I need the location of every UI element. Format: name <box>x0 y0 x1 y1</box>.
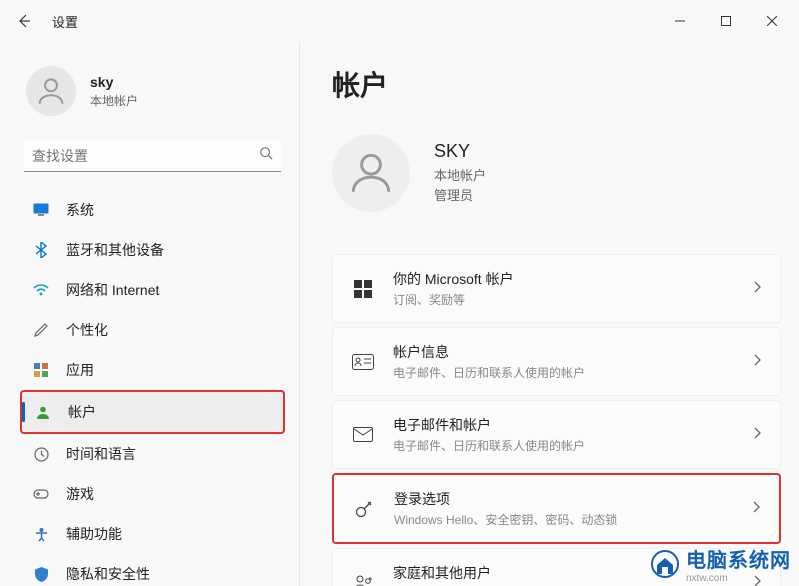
card-sub: 电子邮件、日历和联系人使用的帐户 <box>393 364 736 381</box>
user-block: SKY 本地帐户 管理员 <box>332 134 781 212</box>
search-input[interactable] <box>32 148 259 164</box>
sidebar: sky 本地帐户 系统 蓝牙和其他设备 网络和 Internet <box>0 42 300 586</box>
close-icon <box>767 16 777 26</box>
sidebar-item-bluetooth[interactable]: 蓝牙和其他设备 <box>20 230 285 270</box>
avatar <box>26 66 76 116</box>
watermark-text: 电脑系统网 <box>686 544 791 573</box>
card-account-info[interactable]: 帐户信息 电子邮件、日历和联系人使用的帐户 <box>332 327 781 396</box>
page-title: 帐户 <box>332 64 781 104</box>
sidebar-item-label: 辅助功能 <box>66 524 122 544</box>
search-box[interactable] <box>24 140 281 172</box>
profile-block[interactable]: sky 本地帐户 <box>20 42 285 134</box>
nav-list: 系统 蓝牙和其他设备 网络和 Internet 个性化 应用 帐户 <box>20 190 285 586</box>
card-title: 电子邮件和帐户 <box>393 415 736 435</box>
sidebar-item-network[interactable]: 网络和 Internet <box>20 270 285 310</box>
person-icon <box>34 403 52 421</box>
cards-list: 你的 Microsoft 帐户 订阅、奖励等 帐户信息 电子邮件、日历和联系人使… <box>332 254 781 586</box>
profile-sub: 本地帐户 <box>90 92 138 109</box>
avatar <box>332 134 410 212</box>
id-card-icon <box>351 350 375 374</box>
sidebar-item-label: 时间和语言 <box>66 444 136 464</box>
card-sub: 电子邮件、日历和联系人使用的帐户 <box>393 437 736 454</box>
windows-icon <box>351 277 375 301</box>
wifi-icon <box>32 281 50 299</box>
sidebar-item-label: 网络和 Internet <box>66 280 159 300</box>
sidebar-item-privacy[interactable]: 隐私和安全性 <box>20 554 285 586</box>
gamepad-icon <box>32 485 50 503</box>
watermark-url: nxtw.com <box>686 573 791 584</box>
chevron-right-icon <box>754 426 762 444</box>
user-name: SKY <box>434 141 486 162</box>
accessibility-icon <box>32 525 50 543</box>
user-type: 本地帐户 <box>434 166 486 186</box>
card-sub: 订阅、奖励等 <box>393 291 736 308</box>
sidebar-item-gaming[interactable]: 游戏 <box>20 474 285 514</box>
sidebar-item-label: 系统 <box>66 200 94 220</box>
chevron-right-icon <box>754 353 762 371</box>
person-icon <box>346 148 396 198</box>
people-icon <box>351 571 375 586</box>
user-role: 管理员 <box>434 186 486 206</box>
mail-icon <box>351 423 375 447</box>
person-icon <box>34 74 68 108</box>
sidebar-item-time-language[interactable]: 时间和语言 <box>20 434 285 474</box>
card-title: 登录选项 <box>394 489 735 509</box>
bluetooth-icon <box>32 241 50 259</box>
sidebar-item-system[interactable]: 系统 <box>20 190 285 230</box>
chevron-right-icon <box>754 280 762 298</box>
sidebar-item-label: 游戏 <box>66 484 94 504</box>
card-microsoft-account[interactable]: 你的 Microsoft 帐户 订阅、奖励等 <box>332 254 781 323</box>
titlebar: 设置 <box>0 0 799 42</box>
card-signin-options[interactable]: 登录选项 Windows Hello、安全密钥、密码、动态锁 <box>332 473 781 544</box>
key-icon <box>352 497 376 521</box>
card-email-accounts[interactable]: 电子邮件和帐户 电子邮件、日历和联系人使用的帐户 <box>332 400 781 469</box>
house-icon <box>650 550 680 578</box>
sidebar-item-accounts[interactable]: 帐户 <box>20 390 285 434</box>
card-title: 帐户信息 <box>393 342 736 362</box>
sidebar-item-label: 隐私和安全性 <box>66 564 150 584</box>
card-title: 你的 Microsoft 帐户 <box>393 269 736 289</box>
clock-icon <box>32 445 50 463</box>
search-icon <box>259 146 273 165</box>
back-arrow-icon <box>16 13 32 29</box>
minimize-icon <box>675 16 685 26</box>
main-content: 帐户 SKY 本地帐户 管理员 你的 Microsoft 帐户 订阅、奖励等 <box>300 42 799 586</box>
maximize-icon <box>721 16 731 26</box>
sidebar-item-apps[interactable]: 应用 <box>20 350 285 390</box>
sidebar-item-label: 个性化 <box>66 320 108 340</box>
back-button[interactable] <box>4 1 44 41</box>
sidebar-item-accessibility[interactable]: 辅助功能 <box>20 514 285 554</box>
sidebar-item-personalization[interactable]: 个性化 <box>20 310 285 350</box>
profile-name: sky <box>90 74 138 90</box>
apps-icon <box>32 361 50 379</box>
minimize-button[interactable] <box>657 5 703 37</box>
sidebar-item-label: 应用 <box>66 360 94 380</box>
window-controls <box>657 5 795 37</box>
window-title: 设置 <box>52 12 78 31</box>
shield-icon <box>32 565 50 583</box>
sidebar-item-label: 帐户 <box>68 402 96 422</box>
maximize-button[interactable] <box>703 5 749 37</box>
display-icon <box>32 201 50 219</box>
card-sub: Windows Hello、安全密钥、密码、动态锁 <box>394 511 735 528</box>
sidebar-item-label: 蓝牙和其他设备 <box>66 240 164 260</box>
chevron-right-icon <box>753 500 761 518</box>
close-button[interactable] <box>749 5 795 37</box>
brush-icon <box>32 321 50 339</box>
watermark: 电脑系统网 nxtw.com <box>650 544 791 584</box>
